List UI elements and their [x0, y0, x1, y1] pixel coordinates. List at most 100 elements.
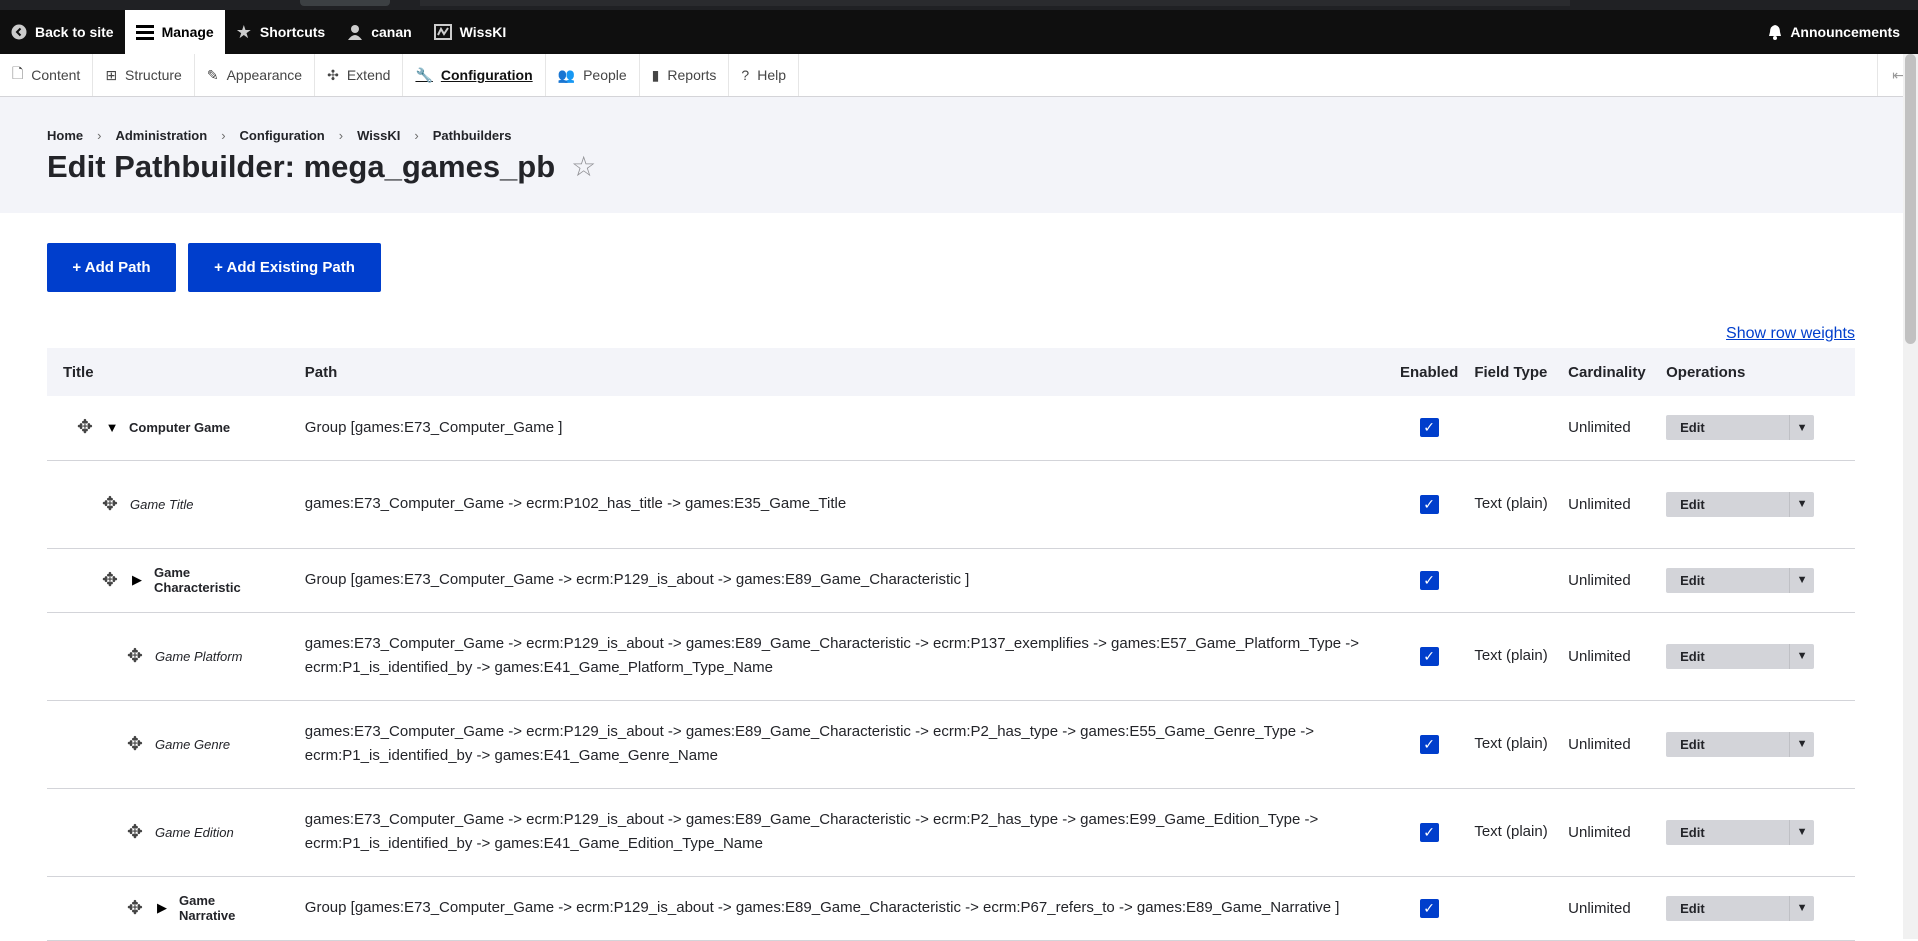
enabled-checkbox[interactable]: ✓ [1419, 822, 1439, 842]
table-row: ✥ ▼ Computer Game Group [games:E73_Compu… [47, 396, 1855, 461]
table-row: ✥ Game Edition games:E73_Computer_Game -… [47, 788, 1855, 877]
enabled-cell: ✓ [1391, 612, 1467, 701]
row-title: Computer Game [129, 420, 231, 436]
wisski-tab[interactable]: WissKI [423, 10, 518, 54]
back-to-site-link[interactable]: Back to site [0, 10, 125, 54]
table-row: ✥ Game Genre games:E73_Computer_Game -> … [47, 700, 1855, 789]
user-tab[interactable]: canan [336, 10, 422, 54]
table-row: ✥ Game Platform games:E73_Computer_Game … [47, 612, 1855, 701]
drag-handle-icon[interactable]: ✥ [100, 493, 120, 516]
field-type-cell [1466, 876, 1561, 941]
title-cell: ✥ Game Genre [47, 700, 297, 789]
tray-item-help[interactable]: ? Help [729, 54, 800, 96]
pathbuilder-table: Title Path Enabled Field Type Cardinalit… [47, 348, 1855, 941]
manage-label: Manage [161, 24, 214, 40]
chevron-down-icon[interactable]: ▼ [1789, 731, 1814, 757]
path-cell: games:E73_Computer_Game -> ecrm:P129_is_… [296, 612, 1392, 701]
edit-button[interactable]: Edit [1666, 644, 1789, 669]
operations-cell: Edit ▼ [1658, 460, 1855, 549]
announcements-tab[interactable]: Announcements [1757, 10, 1918, 54]
cardinality-cell: Unlimited [1560, 788, 1659, 877]
edit-button[interactable]: Edit [1666, 896, 1789, 921]
manage-tab[interactable]: Manage [124, 10, 225, 54]
drag-handle-icon[interactable]: ✥ [100, 569, 120, 592]
enabled-checkbox[interactable]: ✓ [1419, 418, 1439, 438]
chevron-down-icon[interactable]: ▼ [1789, 895, 1814, 921]
breadcrumb-wisski[interactable]: WissKI [357, 128, 400, 143]
shortcuts-tab[interactable]: ★ Shortcuts [225, 10, 336, 54]
field-type-cell: Text (plain) [1466, 612, 1561, 701]
chevron-down-icon[interactable]: ▼ [1789, 415, 1814, 441]
drag-handle-icon[interactable]: ✥ [125, 645, 145, 668]
wisski-label: WissKI [459, 24, 507, 40]
enabled-checkbox[interactable]: ✓ [1419, 570, 1439, 590]
breadcrumb-home[interactable]: Home [47, 128, 83, 143]
tray-item-reports[interactable]: ▮ Reports [640, 54, 730, 96]
drag-handle-icon[interactable]: ✥ [75, 416, 95, 439]
edit-button[interactable]: Edit [1666, 415, 1789, 440]
header-enabled: Enabled [1399, 363, 1459, 381]
title-cell: ✥ Game Platform [47, 612, 297, 701]
page-scrollbar[interactable] [1903, 54, 1918, 939]
edit-button[interactable]: Edit [1666, 820, 1789, 845]
chevron-down-icon[interactable]: ▼ [1789, 491, 1814, 517]
enabled-checkbox[interactable]: ✓ [1419, 898, 1439, 918]
chevron-down-icon[interactable]: ▼ [1789, 567, 1814, 593]
tray-item-people[interactable]: 👥 People [546, 54, 640, 96]
add-path-button[interactable]: + Add Path [47, 243, 176, 292]
edit-button[interactable]: Edit [1666, 568, 1789, 593]
announcements-label: Announcements [1790, 24, 1900, 40]
operations-cell: Edit ▼ [1658, 548, 1855, 613]
enabled-cell: ✓ [1391, 396, 1467, 461]
edit-button[interactable]: Edit [1666, 732, 1789, 757]
drag-handle-icon[interactable]: ✥ [125, 733, 145, 756]
tray-item-label: Content [31, 67, 81, 83]
enabled-checkbox[interactable]: ✓ [1419, 734, 1439, 754]
breadcrumb-separator: › [221, 128, 226, 143]
browser-address-bar[interactable] [420, 0, 1570, 6]
breadcrumb: Home › Administration › Configuration › … [47, 128, 511, 143]
field-type-cell: Text (plain) [1466, 460, 1561, 549]
show-row-weights-link[interactable]: Show row weights [1726, 325, 1855, 343]
chevron-down-icon[interactable]: ▼ [1789, 819, 1814, 845]
browser-tab[interactable] [300, 0, 390, 6]
collapse-caret-icon[interactable]: ▼ [105, 420, 119, 435]
enabled-checkbox[interactable]: ✓ [1419, 494, 1439, 514]
operations-dropbutton: Edit ▼ [1666, 895, 1815, 921]
table-row: ✥ ▶ Game Narrative Group [games:E73_Comp… [47, 876, 1855, 941]
operations-dropbutton: Edit ▼ [1666, 731, 1815, 757]
page-title: Edit Pathbuilder: mega_games_pb [47, 149, 556, 184]
puzzle-icon: ✣ [327, 66, 339, 83]
edit-button[interactable]: Edit [1666, 492, 1789, 517]
expand-caret-icon[interactable]: ▶ [130, 572, 144, 588]
header-title: Title [63, 363, 94, 381]
bell-icon [1769, 25, 1782, 40]
admin-tray: 🗋 Content ⊞ Structure ✎ Appearance ✣ Ext… [0, 54, 1918, 97]
tray-item-appearance[interactable]: ✎ Appearance [195, 54, 316, 96]
tray-item-structure[interactable]: ⊞ Structure [93, 54, 195, 96]
drag-handle-icon[interactable]: ✥ [125, 821, 145, 844]
breadcrumb-configuration[interactable]: Configuration [240, 128, 325, 143]
tray-item-content[interactable]: 🗋 Content [0, 54, 94, 96]
operations-cell: Edit ▼ [1658, 788, 1855, 877]
operations-dropbutton: Edit ▼ [1666, 643, 1815, 669]
tray-item-label: People [583, 67, 627, 83]
tray-item-label: Configuration [440, 67, 533, 83]
add-existing-path-button[interactable]: + Add Existing Path [188, 243, 381, 292]
chevron-down-icon[interactable]: ▼ [1789, 643, 1814, 669]
drag-handle-icon[interactable]: ✥ [125, 897, 145, 920]
breadcrumb-administration[interactable]: Administration [115, 128, 207, 143]
shortcut-star-icon[interactable]: ☆ [571, 153, 596, 181]
operations-cell: Edit ▼ [1658, 612, 1855, 701]
scrollbar-thumb[interactable] [1905, 54, 1916, 344]
expand-caret-icon[interactable]: ▶ [155, 900, 169, 916]
enabled-checkbox[interactable]: ✓ [1419, 646, 1439, 666]
title-cell: ✥ ▼ Computer Game [47, 396, 297, 461]
path-cell: games:E73_Computer_Game -> ecrm:P129_is_… [296, 700, 1392, 789]
menu-icon [135, 25, 154, 40]
tray-item-extend[interactable]: ✣ Extend [315, 54, 404, 96]
row-title: Game Characteristic [154, 565, 241, 595]
tray-item-configuration[interactable]: 🔧 Configuration [403, 54, 546, 96]
breadcrumb-pathbuilders[interactable]: Pathbuilders [433, 128, 512, 143]
